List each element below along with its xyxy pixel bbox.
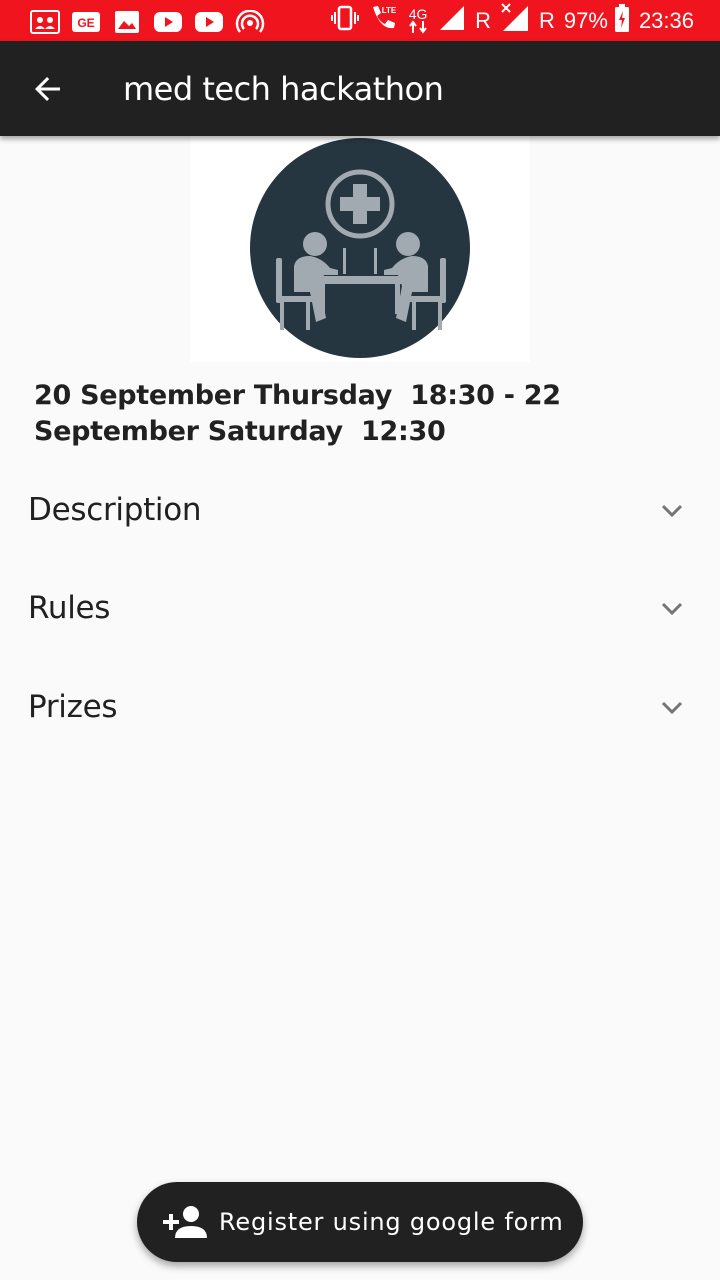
chevron-down-icon	[661, 701, 683, 715]
signal-no-service-icon	[500, 3, 530, 39]
register-button-label: Register using google form	[219, 1208, 564, 1236]
battery-percentage: 97%	[563, 8, 608, 33]
description-section[interactable]: Description	[0, 469, 720, 567]
youtube-notification-icon	[153, 10, 183, 32]
description-section-title: Description	[28, 492, 202, 528]
arrow-back-icon	[35, 77, 60, 101]
vibrate-icon	[331, 4, 360, 38]
person-add-icon	[163, 1206, 207, 1238]
event-date: 20 September Thursday 18:30 - 22 Septemb…	[34, 380, 570, 447]
rules-section-title: Rules	[28, 590, 111, 626]
data-arrows-icon	[409, 20, 427, 34]
app-bar: med tech hackathon	[0, 41, 720, 136]
roaming-indicator: R	[475, 8, 491, 33]
photos-notification-icon	[30, 10, 60, 34]
volte-call-icon: LTE	[368, 3, 398, 39]
event-image	[190, 136, 530, 362]
register-button[interactable]: Register using google form	[137, 1182, 583, 1262]
status-bar: GE LTE 4G R R 97% 23:36	[0, 0, 720, 41]
back-button[interactable]	[20, 64, 76, 114]
notification-icons: GE	[30, 8, 276, 34]
chevron-down-icon	[661, 602, 683, 616]
ge-notification-icon: GE	[71, 10, 101, 32]
hotspot-notification-icon	[235, 9, 265, 33]
network-type-label: 4G	[408, 6, 428, 22]
battery-charging-icon	[614, 3, 630, 39]
svg-text:GE: GE	[77, 16, 94, 30]
roaming-indicator: R	[539, 8, 555, 33]
rules-section[interactable]: Rules	[0, 567, 720, 665]
gallery-notification-icon	[112, 10, 142, 33]
lte-label: LTE	[382, 6, 397, 15]
clock: 23:36	[638, 8, 694, 33]
prizes-section-title: Prizes	[28, 689, 118, 725]
chevron-down-icon	[661, 504, 683, 518]
prizes-section[interactable]: Prizes	[0, 666, 720, 764]
page-title: med tech hackathon	[123, 70, 444, 108]
network-type-indicator: 4G	[407, 6, 429, 34]
youtube-notification-icon	[194, 10, 224, 32]
medical-hackathon-illustration	[250, 138, 470, 358]
signal-icon	[438, 4, 466, 38]
system-status: LTE 4G R R 97% 23:36	[322, 3, 694, 39]
